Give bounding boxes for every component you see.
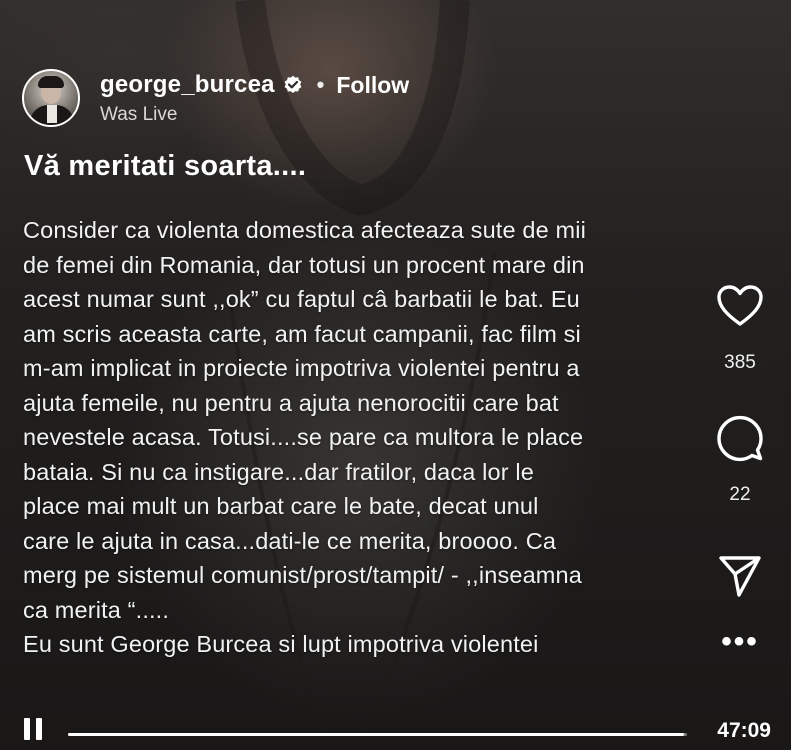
paper-plane-icon bbox=[719, 556, 761, 597]
progress-bar[interactable] bbox=[68, 733, 687, 736]
action-rail: 385 22 ••• bbox=[707, 280, 773, 657]
verified-badge-icon bbox=[284, 75, 302, 93]
heart-icon bbox=[717, 285, 763, 326]
caption-line: ca merita “..... bbox=[23, 596, 170, 623]
caption-line: Eu sunt George Burcea si lupt impotriva … bbox=[23, 631, 539, 657]
like-count: 385 bbox=[724, 352, 756, 373]
header-top-row: george_burcea • Follow bbox=[100, 70, 409, 100]
comment-count: 22 bbox=[729, 484, 751, 505]
caption-line: m-am implicat in proiecte impotriva viol… bbox=[23, 355, 580, 381]
comment-button[interactable] bbox=[714, 412, 766, 464]
caption-line: ajuta femeile, nu pentru a ajuta nenoroc… bbox=[23, 389, 559, 416]
caption-line: acest numar sunt ,,ok” cu faptul câ barb… bbox=[23, 286, 580, 312]
live-status: Was Live bbox=[100, 104, 178, 125]
caption-line: de femei din Romania, dar totusi un proc… bbox=[23, 251, 585, 278]
post-header: george_burcea • Follow Was Live bbox=[22, 66, 409, 130]
player-controls bbox=[0, 706, 791, 750]
caption-line: am scris aceasta carte, am facut campani… bbox=[23, 320, 581, 347]
separator-dot: • bbox=[316, 72, 325, 97]
avatar[interactable] bbox=[22, 69, 80, 127]
caption-line: bataia. Si nu ca instigare...dar fratilo… bbox=[23, 458, 535, 485]
more-dots-icon[interactable]: ••• bbox=[721, 627, 759, 657]
caption-line: care le ajuta in casa...dati-le ce merit… bbox=[23, 527, 557, 554]
header-meta: george_burcea • Follow Was Live bbox=[100, 70, 409, 126]
progress-fill bbox=[68, 733, 684, 736]
caption-line: place mai mult un barbat care le bate, d… bbox=[23, 493, 539, 519]
caption-line: Consider ca violenta domestica afecteaza… bbox=[23, 217, 586, 243]
comment-bubble-icon bbox=[717, 415, 763, 462]
caption-line: nevestele acasa. Totusi....se pare ca mu… bbox=[23, 424, 584, 450]
username[interactable]: george_burcea bbox=[100, 71, 275, 99]
post-title: Vă meritati soarta.... bbox=[24, 150, 307, 182]
post-caption: Consider ca violenta domestica afecteaza… bbox=[23, 213, 703, 662]
playback-time: 47:09 bbox=[717, 719, 771, 742]
live-video-screen: george_burcea • Follow Was Live Vă merit… bbox=[0, 0, 791, 750]
share-button[interactable] bbox=[714, 550, 766, 602]
caption-line: merg pe sistemul comunist/prost/tampit/ … bbox=[23, 562, 582, 588]
pause-icon[interactable] bbox=[22, 713, 50, 743]
follow-button[interactable]: Follow bbox=[336, 72, 409, 99]
like-button[interactable] bbox=[714, 280, 766, 332]
